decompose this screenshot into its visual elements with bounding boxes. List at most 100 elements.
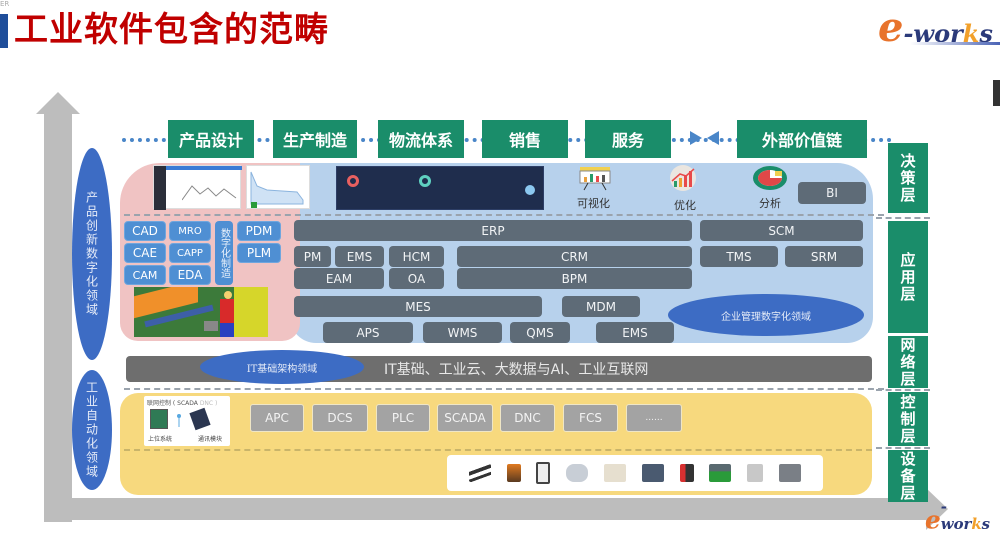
mdm-box: MDM [562, 296, 640, 317]
pie-chart-icon [752, 165, 788, 191]
dashboard-screenshot [336, 166, 544, 210]
logo-s: s [981, 514, 991, 533]
logo-e: e [925, 505, 941, 533]
area-chart-icon [250, 171, 304, 208]
logo-k: k [971, 514, 982, 533]
logo-e: e [878, 4, 904, 51]
injection-machine-icon [709, 464, 732, 482]
eam-box: EAM [294, 268, 384, 289]
horizontal-axis-arrow [44, 498, 929, 520]
mes-box: MES [294, 296, 542, 317]
antenna-icon [174, 412, 184, 427]
aps-box: APS [323, 322, 413, 343]
assembly-line-icon [779, 464, 802, 482]
digital-manufacturing-box: 数字化制造 [215, 221, 233, 285]
cad-box: CAD [124, 221, 166, 241]
plc-box: PLC [376, 404, 430, 432]
more-box: ...... [626, 404, 682, 432]
logo-wor: -wor [940, 497, 972, 533]
apc-box: APC [250, 404, 304, 432]
decision-layer: 决策层 [888, 143, 928, 213]
device-layer: 设备层 [888, 450, 928, 502]
layer-separator [876, 389, 930, 391]
ems-box-2: EMS [596, 322, 674, 343]
cnc-machine-icon [641, 464, 664, 482]
layer-separator [124, 388, 884, 390]
chain-manufacturing: 生产制造 [273, 120, 357, 158]
software-screenshot-1 [153, 165, 242, 210]
plm-box: PLM [237, 243, 281, 263]
title-accent-bar [0, 14, 8, 48]
qms-box: QMS [510, 322, 570, 343]
logo-underline [910, 42, 1000, 45]
scada-card: 联网控制 ( SCADA DNC ) 上位系统 通讯模块 [144, 396, 230, 446]
pm-box: PM [294, 246, 331, 267]
barcode-scanner-icon [679, 464, 694, 482]
corner-tag: ER [0, 0, 10, 8]
chain-external-value: 外部价值链 [737, 120, 867, 158]
factory-worker-illustration [134, 287, 268, 337]
visualize-label: 可视化 [577, 197, 610, 210]
growth-chart-icon [666, 165, 700, 191]
arrow-left-icon [707, 131, 719, 145]
machine-frame-icon [536, 462, 551, 484]
industrial-automation-domain: 工业自动化领域 [72, 370, 112, 490]
software-screenshot-2 [246, 165, 310, 209]
capp-box: CAPP [169, 243, 211, 263]
chain-sales: 销售 [482, 120, 568, 158]
layer-separator [876, 217, 930, 219]
crm-box: CRM [457, 246, 692, 267]
scada-card-title: 联网控制 ( SCADA [147, 400, 198, 407]
meter-icon [747, 464, 764, 482]
layer-separator [124, 214, 884, 216]
cae-box: CAE [124, 243, 166, 263]
hcm-box: HCM [389, 246, 444, 267]
comm-module-label: 通讯模块 [198, 436, 223, 443]
it-infrastructure-domain: IT基础架构领域 [200, 350, 364, 384]
cam-box: CAM [124, 265, 166, 285]
pdm-box: PDM [237, 221, 281, 241]
optimize-label: 优化 [674, 199, 696, 212]
layer-separator [876, 447, 930, 449]
product-innovation-domain: 产品创新数字化领域 [72, 148, 112, 360]
control-layer: 控制层 [888, 392, 928, 446]
eworks-logo-small: e -wor k s [925, 498, 990, 533]
agv-icon [566, 464, 589, 482]
vertical-axis-arrowhead [36, 92, 80, 114]
upper-system-label: 上位系统 [148, 436, 173, 443]
line-chart-icon [182, 185, 237, 201]
ems-box: EMS [335, 246, 384, 267]
hmi-panel-icon [150, 409, 168, 429]
dnc-box: DNC [500, 404, 555, 432]
scm-box: SCM [700, 220, 863, 241]
chain-service: 服务 [585, 120, 671, 158]
bi-box: BI [798, 182, 866, 204]
srm-box: SRM [785, 246, 863, 267]
analyze-label: 分析 [759, 197, 781, 210]
chain-product-design: 产品设计 [168, 120, 254, 158]
oa-box: OA [389, 268, 444, 289]
scada-box: SCADA [437, 404, 493, 432]
side-edge-marker [993, 80, 1000, 106]
wms-box: WMS [423, 322, 502, 343]
mro-box: MRO [169, 221, 211, 241]
bar-chart-board-icon [578, 165, 612, 191]
arrow-right-icon [690, 131, 702, 145]
fcs-box: FCS [563, 404, 618, 432]
layer-separator [124, 449, 872, 451]
eda-box: EDA [169, 265, 211, 285]
tms-box: TMS [700, 246, 778, 267]
robot-arm-icon [506, 464, 521, 482]
dcs-box: DCS [312, 404, 368, 432]
application-layer: 应用层 [888, 221, 928, 333]
power-tools-icon [468, 464, 491, 482]
chain-logistics: 物流体系 [378, 120, 464, 158]
comm-module-icon [189, 407, 211, 431]
page-title: 工业软件包含的范畴 [14, 10, 329, 50]
network-layer: 网络层 [888, 336, 928, 388]
devices-strip [447, 455, 823, 491]
printer-icon [604, 464, 627, 482]
scada-card-faded: DNC ) [199, 400, 218, 407]
bpm-box: BPM [457, 268, 692, 289]
enterprise-management-domain: 企业管理数字化领域 [668, 294, 864, 336]
